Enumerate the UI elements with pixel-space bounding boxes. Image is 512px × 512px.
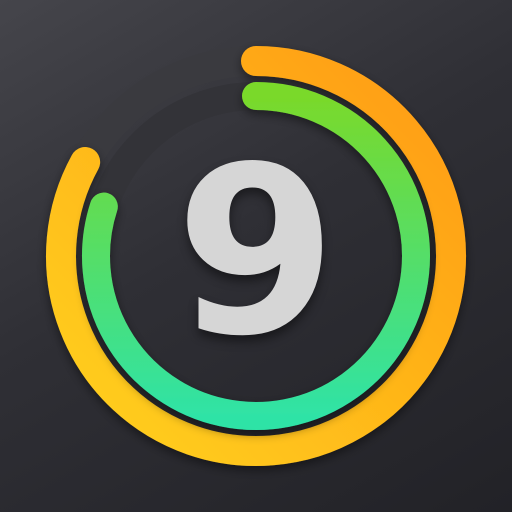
- center-digit: 9: [175, 117, 337, 387]
- app-icon: 9: [0, 0, 512, 512]
